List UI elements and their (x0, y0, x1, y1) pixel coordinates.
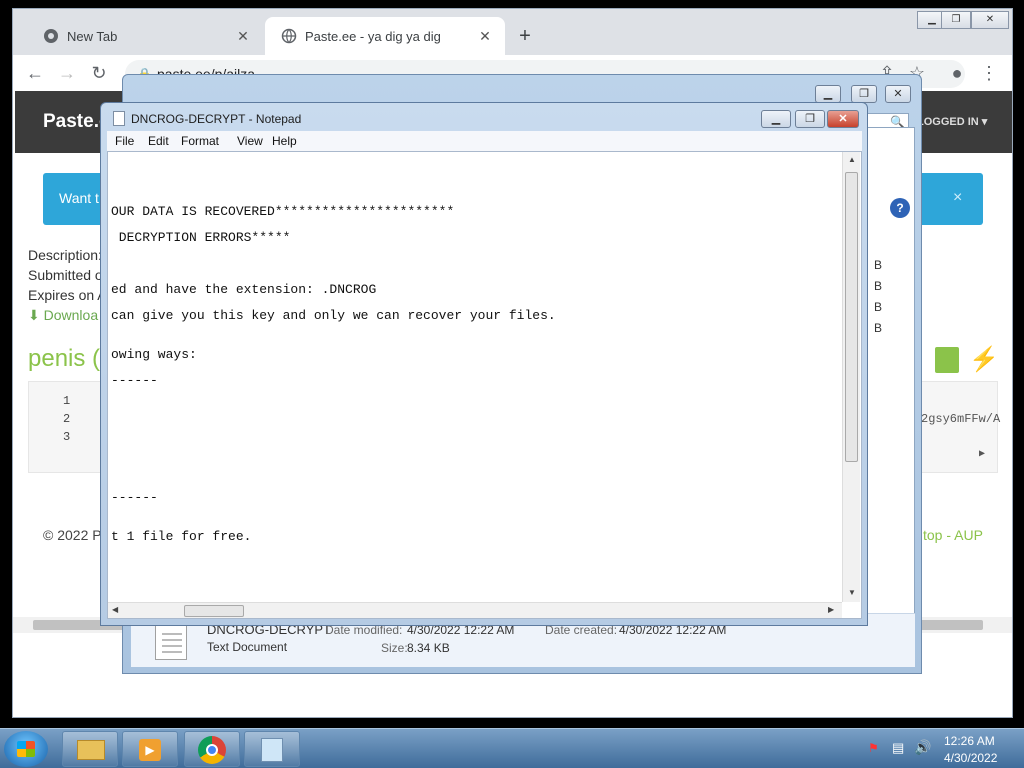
notepad-horizontal-scrollbar[interactable]: ◀ ▶ (108, 602, 842, 618)
clock-time[interactable]: 12:26 AM (944, 734, 995, 748)
meta-description: Description: (28, 247, 102, 263)
notepad-text-area[interactable]: OUR DATA IS RECOVERED*******************… (107, 151, 862, 619)
text-line: t 1 file for free. (111, 529, 252, 544)
scroll-thumb[interactable] (184, 605, 244, 617)
taskbar-media-player[interactable]: ▶ (122, 731, 178, 767)
notepad-close-button[interactable]: ✕ (827, 110, 859, 128)
text-line: ------ (111, 373, 158, 388)
forward-button[interactable]: → (55, 61, 79, 85)
taskbar-chrome[interactable] (184, 731, 240, 767)
line-number: 2 (63, 412, 71, 426)
scroll-left-icon[interactable]: ◀ (112, 605, 118, 614)
notepad-icon (261, 738, 283, 762)
tab-new-tab[interactable]: New Tab ✕ (27, 17, 263, 55)
alert-close-button[interactable]: × (953, 189, 962, 207)
file-size-cell: B (874, 279, 883, 293)
scroll-up-icon[interactable]: ▲ (848, 155, 856, 164)
details-size-label: Size: (381, 641, 408, 655)
maximize-button[interactable]: ❐ (941, 11, 971, 29)
text-line: ed and have the extension: .DNCROG (111, 282, 377, 297)
text-line: owing ways: (111, 347, 197, 362)
notepad-title: DNCROG-DECRYPT - Notepad (131, 112, 302, 126)
text-line: OUR DATA IS RECOVERED*******************… (111, 204, 455, 219)
file-size-cell: B (874, 258, 883, 272)
folder-icon (77, 740, 105, 760)
windows-logo-icon (17, 741, 35, 757)
plug-icon[interactable]: ⚡ (969, 345, 999, 374)
scroll-right-icon[interactable]: ▶ (979, 448, 985, 460)
text-line: DECRYPTION ERRORS***** (111, 230, 291, 245)
logged-in-menu[interactable]: LOGGED IN ▾ (917, 115, 987, 128)
file-size-cell: B (874, 300, 883, 314)
notepad-window: DNCROG-DECRYPT - Notepad ▁ ❐ ✕ File Edit… (100, 102, 868, 626)
line-number: 3 (63, 430, 71, 444)
volume-icon[interactable]: 🔊 (914, 739, 931, 756)
taskbar-notepad[interactable] (244, 731, 300, 767)
text-line: ------ (111, 490, 158, 505)
details-size-value: 8.34 KB (407, 641, 450, 655)
alert-text: Want t (59, 190, 99, 206)
action-center-icon[interactable]: ⚑ (868, 741, 879, 755)
meta-expires: Expires on A (28, 287, 107, 303)
explorer-maximize-button[interactable]: ❐ (851, 85, 877, 103)
tab-label: Paste.ee - ya dig ya dig (305, 28, 441, 44)
footer-copyright: © 2022 P (43, 527, 102, 543)
scroll-thumb[interactable] (845, 172, 858, 462)
meta-submitted: Submitted o (28, 267, 103, 283)
close-window-button[interactable]: ✕ (971, 11, 1009, 29)
document-icon[interactable] (935, 347, 959, 373)
new-tab-button[interactable]: + (513, 25, 537, 49)
close-icon[interactable]: ✕ (475, 28, 495, 45)
profile-icon[interactable]: ● (945, 61, 969, 85)
menu-file[interactable]: File (115, 134, 134, 148)
back-button[interactable]: ← (23, 61, 47, 85)
text-document-icon (155, 622, 187, 660)
reload-button[interactable]: ↻ (87, 61, 111, 85)
notepad-vertical-scrollbar[interactable]: ▲ ▼ (842, 152, 860, 602)
menu-help[interactable]: Help (272, 134, 297, 148)
code-line-tail: 2gsy6mFFw/A (921, 412, 1001, 426)
scroll-right-icon[interactable]: ▶ (828, 605, 834, 614)
network-icon[interactable]: ▤ (892, 740, 904, 756)
notepad-maximize-button[interactable]: ❐ (795, 110, 825, 128)
notepad-minimize-button[interactable]: ▁ (761, 110, 791, 128)
chrome-icon (198, 736, 226, 764)
text-line: can give you this key and only we can re… (111, 308, 556, 323)
chrome-icon (44, 29, 58, 43)
menu-view[interactable]: View (237, 134, 263, 148)
tab-label: New Tab (67, 28, 118, 44)
notepad-menubar: File Edit Format View Help (107, 131, 862, 151)
scroll-down-icon[interactable]: ▼ (848, 588, 856, 597)
clock-date[interactable]: 4/30/2022 (944, 751, 997, 765)
tab-paste-ee[interactable]: Paste.ee - ya dig ya dig ✕ (265, 17, 505, 55)
taskbar-explorer[interactable] (62, 731, 118, 767)
paste-title: penis ( (28, 345, 101, 372)
menu-edit[interactable]: Edit (148, 134, 169, 148)
globe-icon (281, 28, 297, 44)
menu-icon[interactable]: ⋮ (977, 61, 1001, 85)
footer-links[interactable]: top - AUP (923, 527, 983, 543)
start-button[interactable] (4, 731, 48, 767)
tab-strip: New Tab ✕ Paste.ee - ya dig ya dig ✕ + ▁… (13, 9, 1012, 55)
explorer-minimize-button[interactable]: ▁ (815, 85, 841, 103)
download-icon: ⬇ (28, 307, 44, 323)
menu-format[interactable]: Format (181, 134, 219, 148)
explorer-close-button[interactable]: ✕ (885, 85, 911, 103)
line-number: 1 (63, 394, 71, 408)
details-file-type: Text Document (207, 640, 288, 654)
close-icon[interactable]: ✕ (233, 28, 253, 45)
media-player-icon: ▶ (139, 739, 161, 761)
file-size-cell: B (874, 321, 883, 335)
download-link[interactable]: ⬇ Downloa (28, 307, 98, 324)
help-icon[interactable]: ? (890, 198, 910, 218)
notepad-icon (113, 111, 125, 126)
taskbar: ▶ ⚑ ▤ 🔊 12:26 AM 4/30/2022 (0, 728, 1024, 768)
